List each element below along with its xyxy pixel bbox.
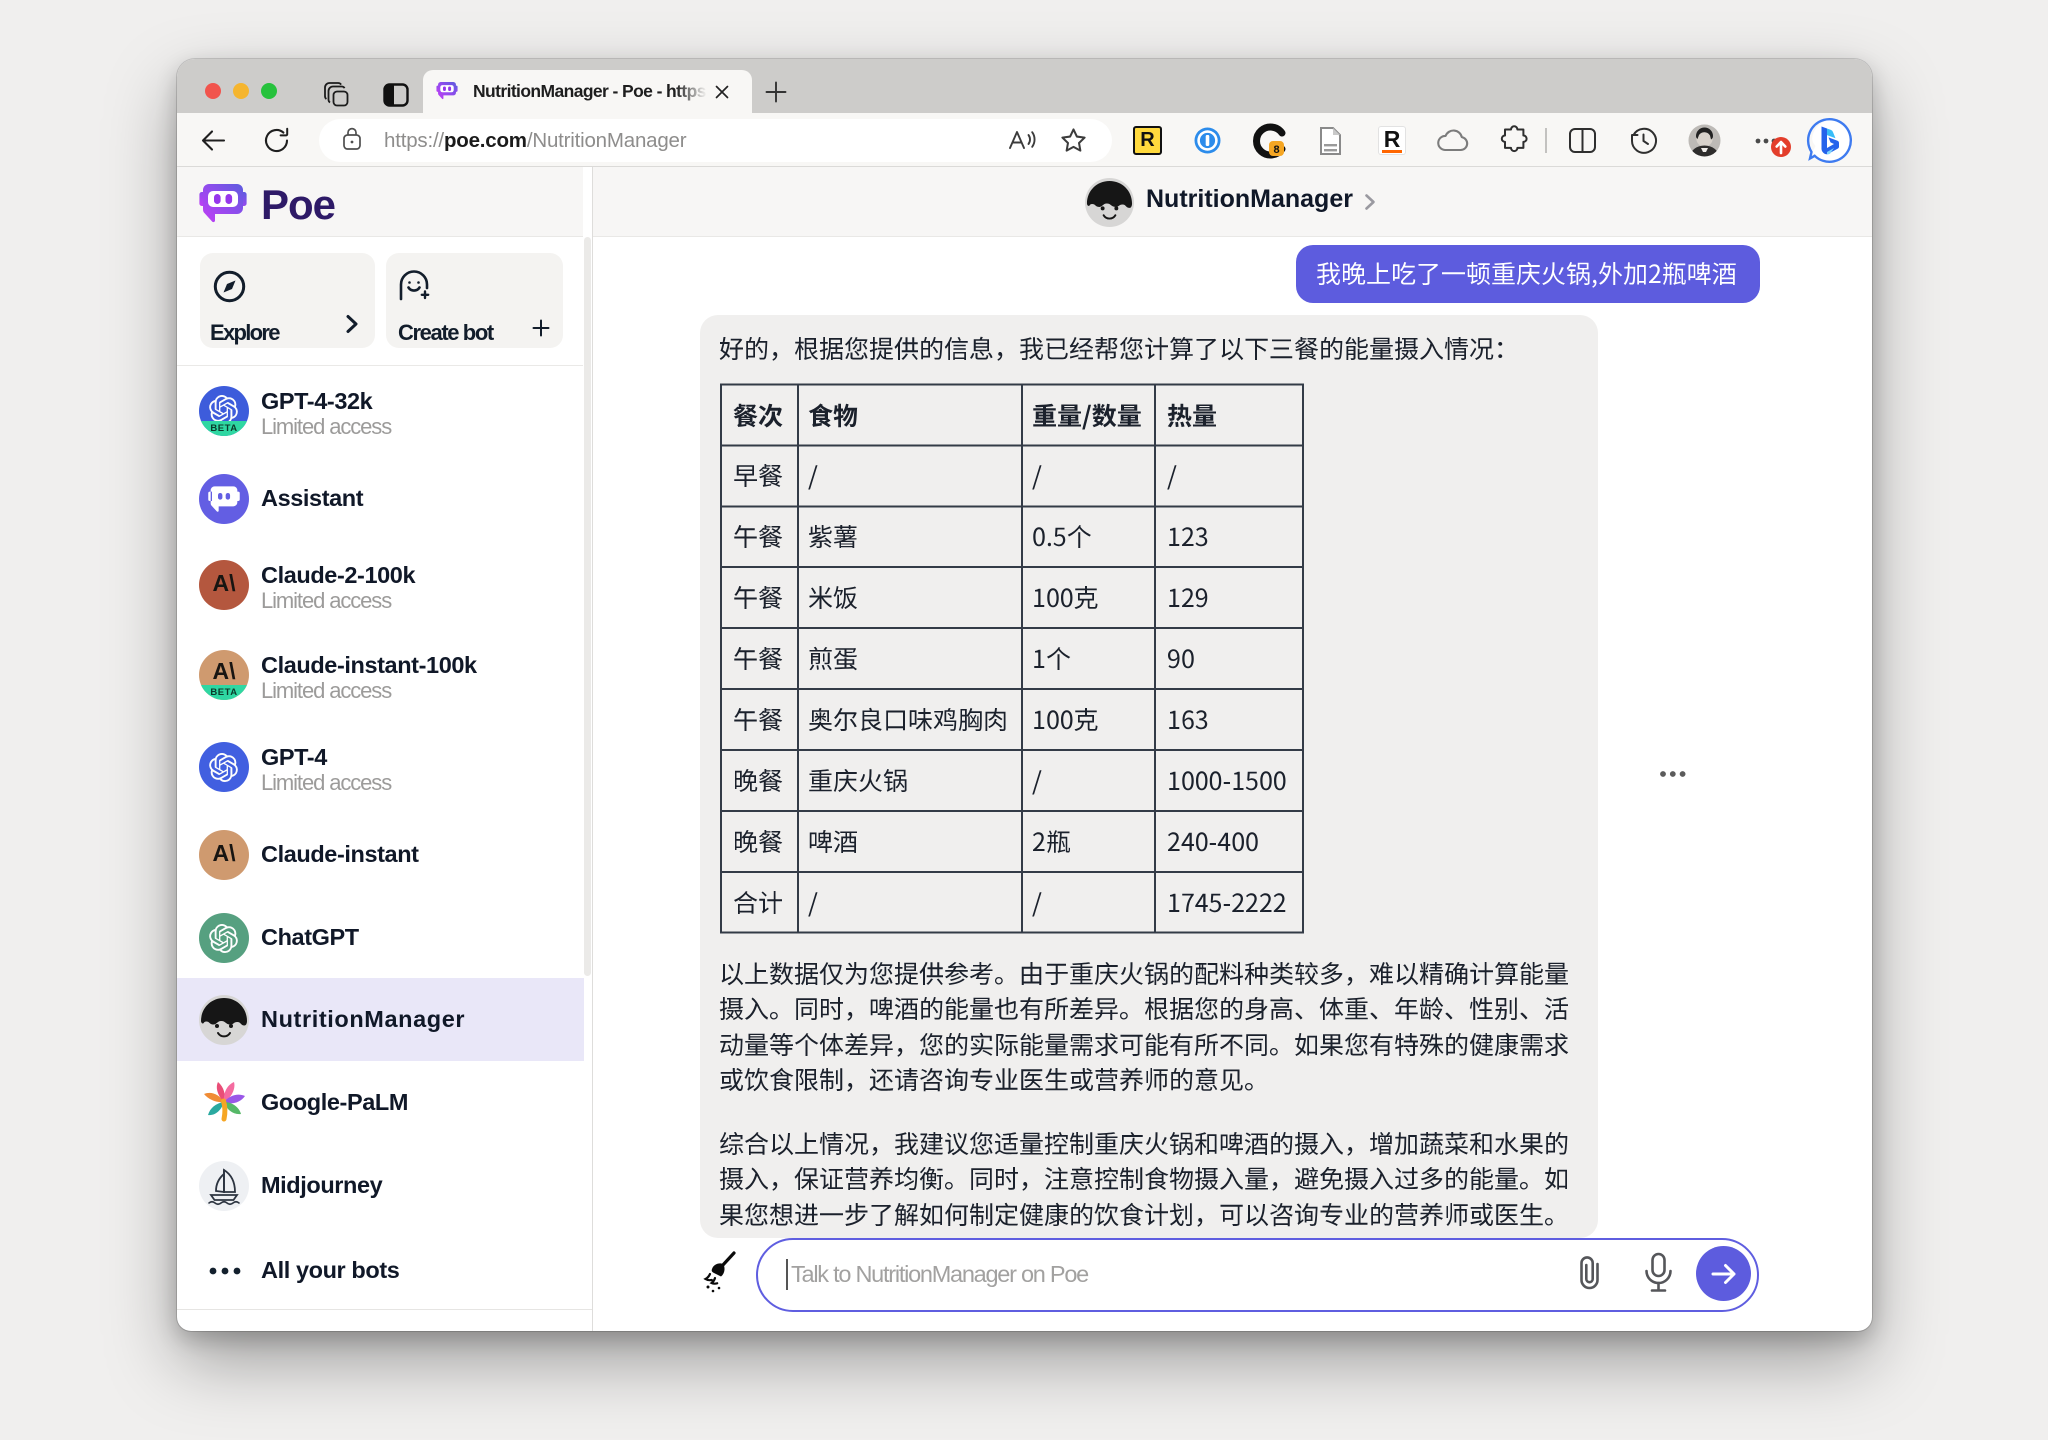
svg-text:8: 8 bbox=[1273, 144, 1279, 156]
